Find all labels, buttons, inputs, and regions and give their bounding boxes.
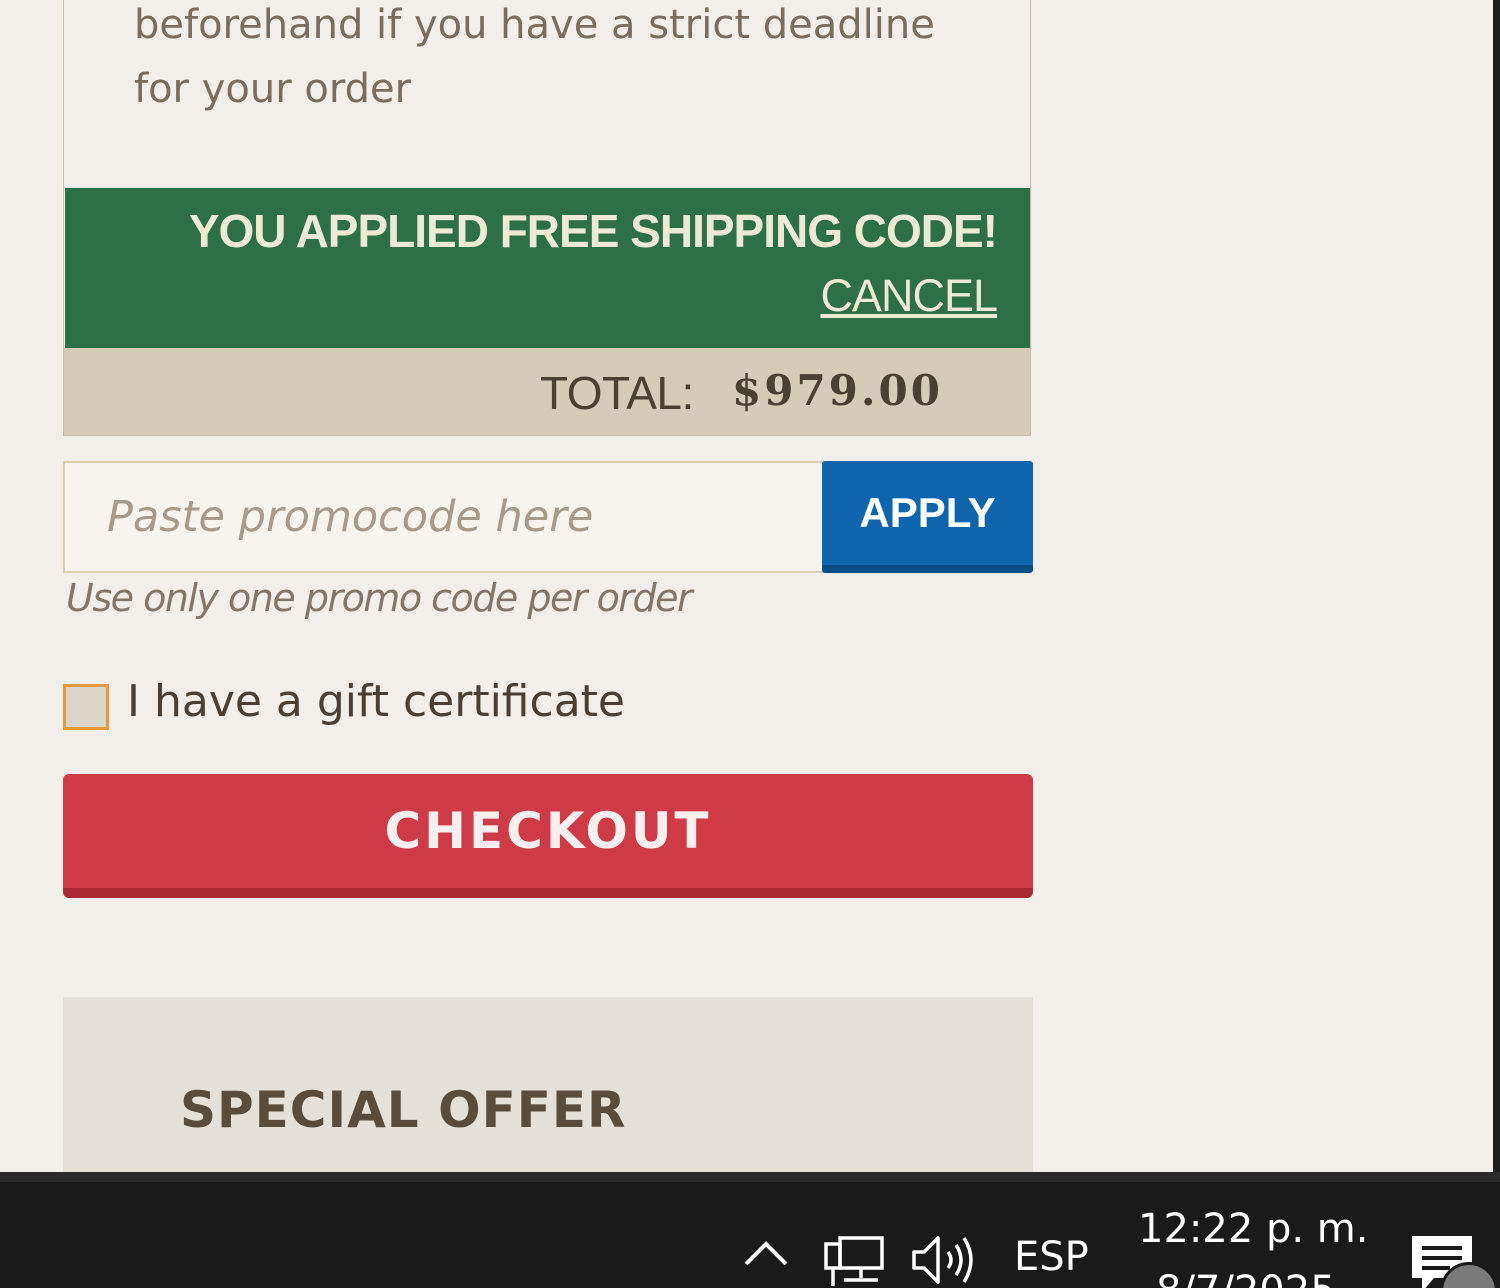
input-language[interactable]: ESP <box>1014 1234 1089 1280</box>
total-value: $979.00 <box>732 366 943 415</box>
delivery-note: beforehand if you have a strict deadline… <box>134 2 935 112</box>
clock-date[interactable]: 8/7/2025 <box>1156 1268 1336 1288</box>
cancel-shipping-code-link[interactable]: CANCEL <box>820 270 998 322</box>
checkout-button[interactable]: CHECKOUT <box>63 774 1033 898</box>
total-label: TOTAL: <box>540 367 694 419</box>
volume-icon[interactable] <box>910 1232 976 1288</box>
taskbar: ESP 12:22 p. m. 8/7/2025 <box>0 1172 1500 1288</box>
special-offer-section: SPECIAL OFFER <box>63 997 1033 1172</box>
network-icon[interactable] <box>824 1234 886 1288</box>
gift-certificate-checkbox[interactable] <box>63 684 109 730</box>
gift-certificate-label[interactable]: I have a gift certificate <box>127 676 625 727</box>
clock-time[interactable]: 12:22 p. m. <box>1138 1206 1369 1252</box>
order-summary: beforehand if you have a strict deadline… <box>63 0 1031 436</box>
page: beforehand if you have a strict deadline… <box>0 0 1500 1172</box>
window-edge <box>1493 0 1500 1172</box>
apply-promo-button[interactable]: APPLY <box>822 461 1033 573</box>
special-offer-title: SPECIAL OFFER <box>180 1081 627 1139</box>
total-bar: TOTAL: $979.00 <box>64 348 1030 435</box>
free-shipping-banner: YOU APPLIED FREE SHIPPING CODE! CANCEL <box>65 188 1030 348</box>
promo-hint: Use only one promo code per order <box>66 576 693 620</box>
promo-code-input[interactable] <box>63 461 825 573</box>
free-shipping-message: YOU APPLIED FREE SHIPPING CODE! <box>188 205 998 257</box>
chevron-up-icon[interactable] <box>742 1232 790 1272</box>
